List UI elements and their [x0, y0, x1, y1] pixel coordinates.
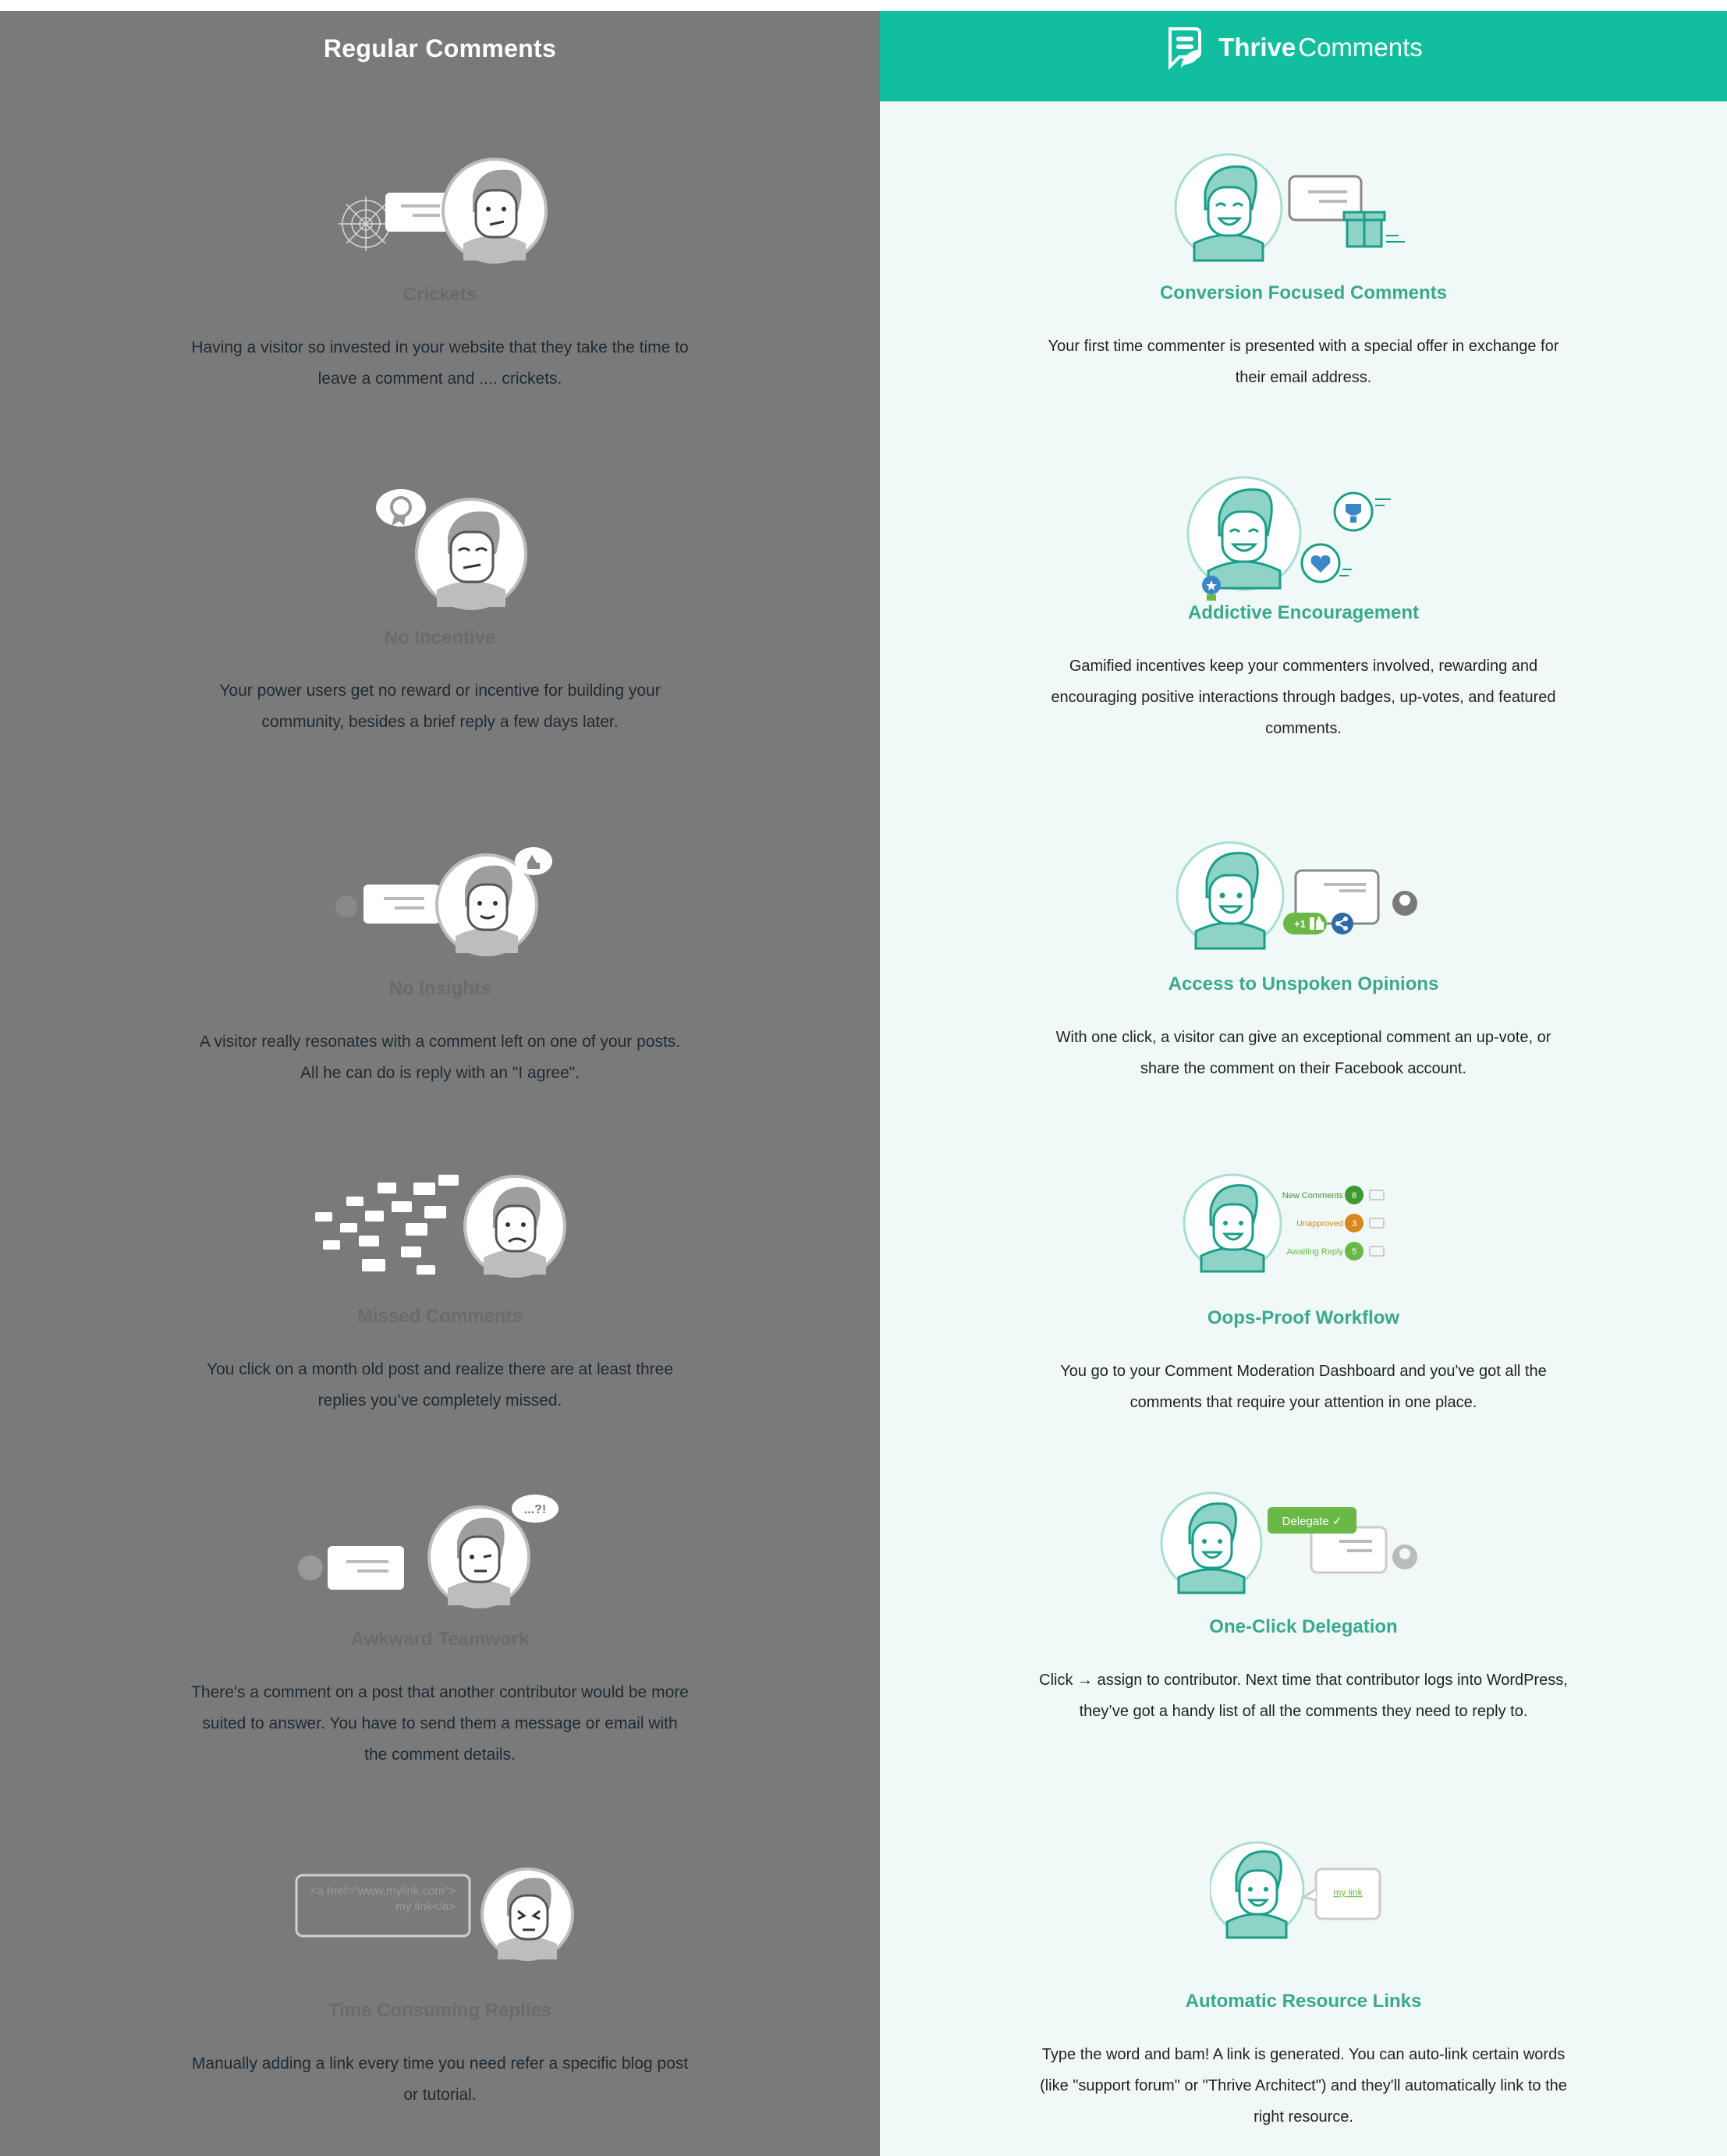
- feature-description: Your power users get no reward or incent…: [219, 682, 661, 731]
- code-line: my link</a>: [395, 1900, 456, 1913]
- upvote-label: +1: [1294, 918, 1306, 930]
- stat-count: 3: [1352, 1219, 1356, 1229]
- feature-item: Conversion Focused Comments Your first t…: [880, 150, 1727, 393]
- brand-name-bold: Thrive: [1218, 33, 1296, 62]
- feature-item: Missed Comments You click on a month old…: [0, 1165, 880, 1417]
- spiderweb-speech-bubble-icon: [0, 150, 880, 267]
- feature-description: With one click, a visitor can give an ex…: [1055, 1029, 1551, 1077]
- feature-title: Missed Comments: [356, 1306, 523, 1327]
- regular-comments-header: Regular Comments: [0, 11, 880, 103]
- feature-item: New Comments 8 Unapproved 3 Awaiting Rep…: [880, 1168, 1727, 1418]
- regular-comments-column: Regular Comments Crickets Having a visit…: [0, 11, 880, 2156]
- html-link-bubble-icon: <a href="www.mylink.com"> my link</a>: [0, 1860, 880, 1977]
- trophy-heart-badge-icon: [880, 471, 1727, 601]
- feature-item: <a href="www.mylink.com"> my link</a> Ti…: [0, 1860, 880, 2111]
- feature-title: Automatic Resource Links: [1185, 1991, 1422, 2012]
- feature-title: Crickets: [402, 284, 477, 305]
- top-strip: [0, 0, 1727, 11]
- feature-title: Time Consuming Replies: [328, 2000, 552, 2021]
- upvote-share-icon: +1: [880, 836, 1727, 953]
- auto-link-icon: my link: [880, 1835, 1727, 1952]
- feature-item: No Insights A visitor really resonates w…: [0, 844, 880, 1089]
- delegate-label: Delegate ✓: [1282, 1515, 1342, 1528]
- feature-description: Type the word and bam! A link is generat…: [1040, 2046, 1567, 2126]
- feature-item: ...?! Awkward Teamwork There's a comment…: [0, 1495, 880, 1771]
- feature-description: Click → assign to contributor. Next time…: [1039, 1672, 1568, 1720]
- stat-row[interactable]: New Comments 8: [1282, 1186, 1385, 1204]
- thrive-comments-header: Thrive Comments: [880, 11, 1727, 101]
- award-thought-bubble-icon: [0, 480, 880, 610]
- stat-count: 8: [1352, 1191, 1356, 1200]
- feature-title: Access to Unspoken Opinions: [1168, 973, 1439, 995]
- code-line: <a href="www.mylink.com">: [310, 1885, 456, 1898]
- feature-title: Conversion Focused Comments: [1159, 282, 1448, 303]
- thrive-comments-logo-icon: [1168, 27, 1202, 69]
- thrive-comments-logo: Thrive Comments: [1164, 26, 1423, 69]
- feature-item: Crickets Having a visitor so invested in…: [0, 150, 880, 395]
- feature-item: my link Automatic Resource Links Type th…: [880, 1835, 1727, 2133]
- brand-name-regular: Comments: [1298, 33, 1423, 62]
- moderation-dashboard-icon: New Comments 8 Unapproved 3 Awaiting Rep…: [880, 1168, 1727, 1285]
- feature-description: You go to your Comment Moderation Dashbo…: [1060, 1363, 1547, 1411]
- feature-title: One-Click Delegation: [1209, 1616, 1398, 1637]
- stat-row[interactable]: Unapproved 3: [1296, 1214, 1385, 1232]
- feature-description: There's a comment on a post that another…: [191, 1683, 689, 1764]
- auto-link-label[interactable]: my link: [1333, 1887, 1363, 1898]
- feature-item: No Incentive Your power users get no rew…: [0, 480, 880, 738]
- confused-bubble-icon: ...?!: [0, 1495, 880, 1612]
- feature-description: Gamified incentives keep your commenters…: [1051, 658, 1556, 737]
- gift-offer-icon: [880, 150, 1727, 267]
- feature-title: Oops-Proof Workflow: [1207, 1307, 1400, 1328]
- feature-title: No Incentive: [384, 627, 496, 648]
- thumbs-up-bubble-icon: [0, 844, 880, 961]
- thrive-comments-column: Thrive Comments Conversion Focused Comme…: [880, 11, 1727, 2156]
- feature-description: A visitor really resonates with a commen…: [199, 1033, 681, 1082]
- feature-description: You click on a month old post and realiz…: [206, 1360, 674, 1410]
- stat-label: New Comments: [1282, 1191, 1344, 1200]
- stat-label: Unapproved: [1296, 1219, 1343, 1229]
- feature-description: Your first time commenter is presented w…: [1048, 338, 1559, 386]
- feature-item: Delegate ✓ One-Click Delegation Click → …: [880, 1485, 1727, 1727]
- delegate-icon: Delegate ✓: [880, 1485, 1727, 1602]
- stat-label: Awaiting Reply: [1286, 1247, 1343, 1257]
- feature-item: +1 Access to Unspoken Opinions With one …: [880, 836, 1727, 1084]
- feature-description: Having a visitor so invested in your web…: [191, 339, 689, 388]
- column-title: Regular Comments: [323, 34, 557, 62]
- bubble-text: ...?!: [524, 1503, 546, 1516]
- feature-description: Manually adding a link every time you ne…: [191, 2055, 689, 2104]
- feature-title: No Insights: [388, 978, 491, 999]
- stat-count: 5: [1352, 1247, 1356, 1257]
- scattered-comments-icon: [0, 1165, 880, 1282]
- feature-title: Awkward Teamwork: [350, 1629, 530, 1650]
- feature-item: Addictive Encouragement Gamified incenti…: [880, 471, 1727, 744]
- stat-row[interactable]: Awaiting Reply 5: [1286, 1242, 1385, 1261]
